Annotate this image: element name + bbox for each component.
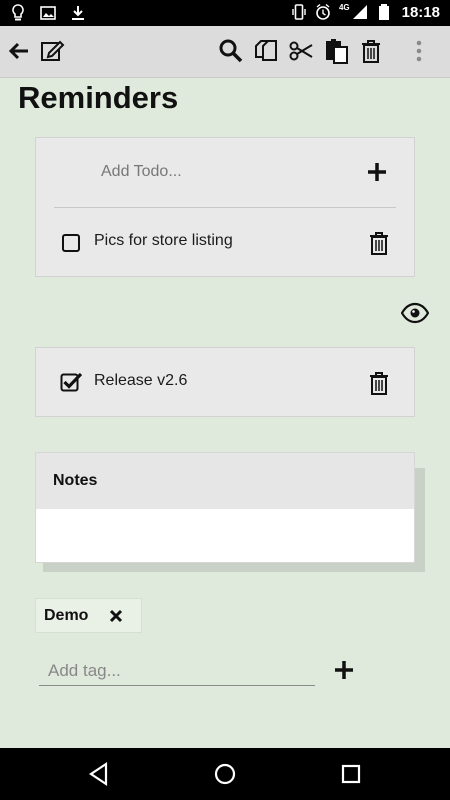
status-time: 18:18 [401,3,440,21]
cut-button[interactable] [286,36,316,66]
eye-icon[interactable] [401,302,429,324]
add-tag-input[interactable]: Add tag... [39,657,315,686]
lightbulb-icon [12,4,24,21]
copy-button[interactable] [251,36,281,66]
checkbox-checked-icon[interactable] [60,371,82,393]
checkbox-unchecked-icon[interactable] [61,233,81,253]
copy-icon [255,40,277,61]
paste-icon [326,39,348,64]
vibrate-icon [292,4,306,20]
download-icon [72,6,84,20]
signal-icon [352,5,367,19]
completed-todo-card: Release v2.6 [35,347,415,417]
back-triangle-icon[interactable] [86,761,112,787]
notes-header: Notes [36,453,414,509]
back-arrow-icon [8,42,28,60]
todo-item-label: Release v2.6 [94,372,188,389]
add-todo-input[interactable]: Add Todo... [101,163,182,181]
notes-body[interactable] [36,509,414,563]
back-button[interactable] [4,36,34,66]
notes-card: Notes [35,452,415,563]
notes-title: Notes [53,472,98,489]
add-tag-plus-icon[interactable] [333,659,355,681]
add-todo-plus-icon[interactable] [365,160,389,184]
navigation-bar [0,748,450,800]
todo-item: Release v2.6 [36,348,414,418]
network-type-label: 4G [338,2,350,12]
edit-icon [41,40,65,61]
recents-square-icon[interactable] [338,761,364,787]
add-todo-row: Add Todo... [36,138,414,208]
trash-icon [362,40,380,63]
cut-icon [289,41,313,61]
search-icon [219,39,243,63]
edit-button[interactable] [38,36,68,66]
home-circle-icon[interactable] [212,761,238,787]
search-button[interactable] [216,36,246,66]
todo-item: Pics for store listing [36,208,414,278]
add-tag-placeholder: Add tag... [48,661,121,680]
action-toolbar [0,26,450,78]
image-icon [40,6,56,20]
delete-button[interactable] [356,36,386,66]
todo-item-label: Pics for store listing [94,232,233,249]
page-title: Reminders [18,80,179,115]
more-options-button[interactable] [404,36,434,66]
more-vert-icon [416,40,422,62]
close-icon[interactable] [109,609,123,623]
todo-list-card: Add Todo... Pics for store listing [35,137,415,277]
paste-button[interactable] [321,36,351,66]
trash-icon[interactable] [369,371,389,395]
tag-chip: Demo [35,598,142,633]
alarm-icon [316,3,330,20]
tag-label: Demo [44,607,89,624]
status-bar: 4G 18:18 [0,0,450,26]
battery-icon [378,4,389,20]
trash-icon[interactable] [369,231,389,255]
